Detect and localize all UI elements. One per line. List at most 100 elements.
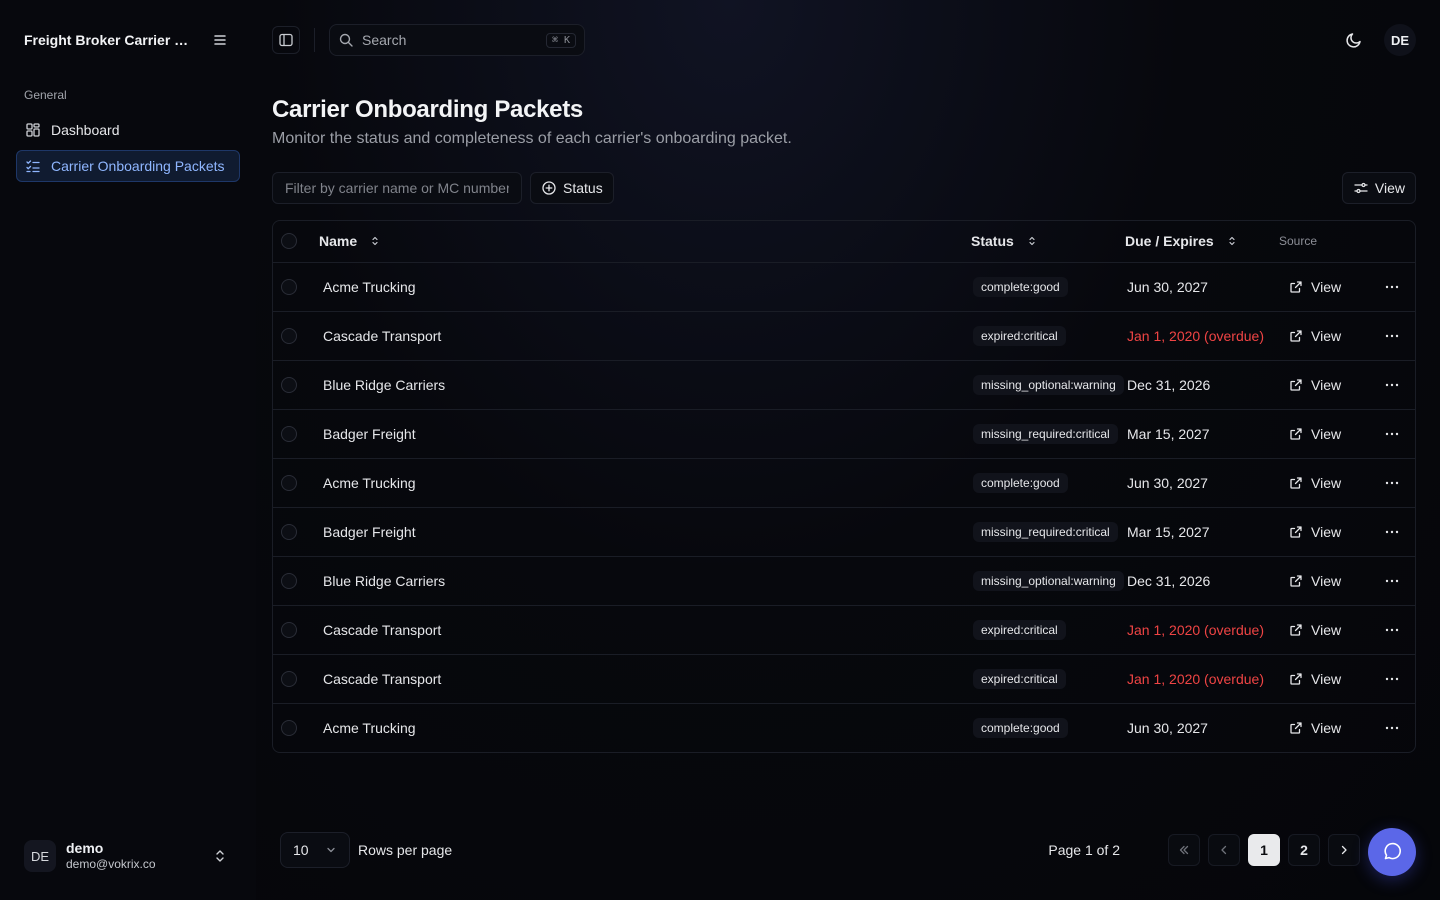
source-view-link[interactable]: View: [1279, 524, 1369, 540]
row-actions-button[interactable]: [1369, 328, 1415, 344]
source-view-link[interactable]: View: [1279, 279, 1369, 295]
status-badge: complete:good: [973, 472, 1068, 493]
row-actions-button[interactable]: [1369, 377, 1415, 393]
chevron-down-icon: [327, 847, 335, 853]
status-badge: complete:good: [973, 717, 1068, 738]
source-view-label: View: [1311, 719, 1342, 736]
carrier-name: Cascade Transport: [323, 327, 442, 344]
table-row[interactable]: Badger Freight missing_required:critical…: [273, 409, 1415, 458]
topbar: Search ⌘ K DE: [272, 0, 1416, 80]
user-email: demo@vokrix.co: [66, 857, 156, 872]
menu-icon[interactable]: [208, 28, 232, 52]
row-checkbox[interactable]: [281, 523, 297, 540]
source-view-link[interactable]: View: [1279, 475, 1369, 491]
source-view-label: View: [1311, 572, 1342, 589]
sort-due-button[interactable]: Due / Expires: [1125, 233, 1279, 249]
row-actions-button[interactable]: [1369, 279, 1415, 295]
row-checkbox[interactable]: [281, 621, 297, 638]
row-actions-button[interactable]: [1369, 426, 1415, 442]
table-row[interactable]: Cascade Transport expired:critical Jan 1…: [273, 311, 1415, 360]
source-view-link[interactable]: View: [1279, 671, 1369, 687]
source-view-link[interactable]: View: [1279, 622, 1369, 638]
first-page-button[interactable]: [1168, 834, 1200, 866]
table-row[interactable]: Cascade Transport expired:critical Jan 1…: [273, 605, 1415, 654]
row-actions-button[interactable]: [1369, 475, 1415, 491]
row-checkbox[interactable]: [281, 376, 297, 393]
page-2-button[interactable]: 2: [1288, 834, 1320, 866]
row-actions-button[interactable]: [1369, 671, 1415, 687]
source-view-label: View: [1311, 670, 1342, 687]
due-date: Jan 1, 2020 (overdue): [1127, 327, 1264, 344]
source-view-label: View: [1311, 327, 1342, 344]
toggle-sidebar-button[interactable]: [272, 26, 300, 54]
carrier-name: Cascade Transport: [323, 670, 442, 687]
sort-status-button[interactable]: Status: [971, 233, 1125, 249]
sidebar-item-carrier-onboarding-packets[interactable]: Carrier Onboarding Packets: [16, 150, 240, 182]
view-options-button[interactable]: View: [1341, 172, 1416, 204]
table-row[interactable]: Blue Ridge Carriers missing_optional:war…: [273, 556, 1415, 605]
status-badge: complete:good: [973, 276, 1068, 297]
row-checkbox[interactable]: [281, 670, 297, 687]
sort-name-button[interactable]: Name: [319, 233, 971, 249]
packets-table: Name Status Due / Expires Source Acme Tr…: [272, 220, 1416, 753]
chevron-left-icon: [1221, 845, 1227, 855]
page-1-button[interactable]: 1: [1248, 834, 1280, 866]
status-badge: expired:critical: [973, 668, 1066, 689]
due-date: Mar 15, 2027: [1127, 425, 1210, 442]
plus-circle-icon: [542, 181, 556, 195]
sliders-icon: [1354, 182, 1368, 194]
more-horizontal-icon: [1385, 579, 1399, 582]
row-actions-button[interactable]: [1369, 573, 1415, 589]
table-row[interactable]: Blue Ridge Carriers missing_optional:war…: [273, 360, 1415, 409]
source-view-link[interactable]: View: [1279, 720, 1369, 736]
table-row[interactable]: Acme Trucking complete:good Jun 30, 2027…: [273, 262, 1415, 311]
theme-toggle-button[interactable]: [1342, 28, 1366, 52]
table-row[interactable]: Badger Freight missing_required:critical…: [273, 507, 1415, 556]
rows-per-page-select[interactable]: 10: [280, 832, 350, 868]
source-view-link[interactable]: View: [1279, 573, 1369, 589]
due-date: Dec 31, 2026: [1127, 572, 1211, 589]
row-actions-button[interactable]: [1369, 524, 1415, 540]
row-checkbox[interactable]: [281, 425, 297, 442]
filter-input[interactable]: [272, 172, 522, 204]
row-checkbox[interactable]: [281, 327, 297, 344]
status-badge: expired:critical: [973, 619, 1066, 640]
more-horizontal-icon: [1385, 383, 1399, 386]
row-actions-button[interactable]: [1369, 720, 1415, 736]
previous-page-button[interactable]: [1208, 834, 1240, 866]
row-checkbox[interactable]: [281, 719, 297, 736]
due-date: Jun 30, 2027: [1127, 719, 1208, 736]
source-view-link[interactable]: View: [1279, 377, 1369, 393]
table-row[interactable]: Acme Trucking complete:good Jun 30, 2027…: [273, 703, 1415, 752]
column-header-status: Status: [971, 233, 1014, 250]
source-view-link[interactable]: View: [1279, 426, 1369, 442]
more-horizontal-icon: [1385, 726, 1399, 729]
column-header-source: Source: [1279, 234, 1318, 249]
table-row[interactable]: Acme Trucking complete:good Jun 30, 2027…: [273, 458, 1415, 507]
more-horizontal-icon: [1385, 628, 1399, 631]
user-menu[interactable]: DE demo demo@vokrix.co: [16, 832, 240, 880]
next-page-button[interactable]: [1328, 834, 1360, 866]
sidebar: Freight Broker Carrier O... General Dash…: [0, 0, 256, 900]
select-all-checkbox[interactable]: [281, 233, 297, 250]
row-checkbox[interactable]: [281, 572, 297, 589]
external-link-icon: [1290, 574, 1302, 587]
external-link-icon: [1290, 329, 1302, 342]
app-title: Freight Broker Carrier O...: [24, 32, 196, 48]
row-actions-button[interactable]: [1369, 622, 1415, 638]
sort-icon: [1029, 237, 1035, 246]
status-filter-button[interactable]: Status: [530, 172, 614, 204]
avatar[interactable]: DE: [1384, 24, 1416, 56]
page-info: Page 1 of 2: [1048, 842, 1120, 858]
row-checkbox[interactable]: [281, 474, 297, 491]
divider: [314, 28, 315, 52]
more-horizontal-icon: [1385, 432, 1399, 435]
search-input[interactable]: Search ⌘ K: [329, 24, 585, 56]
source-view-link[interactable]: View: [1279, 328, 1369, 344]
grid-icon: [25, 122, 41, 138]
chat-button[interactable]: [1368, 828, 1416, 876]
table-toolbar: Status View: [272, 172, 1416, 204]
table-row[interactable]: Cascade Transport expired:critical Jan 1…: [273, 654, 1415, 703]
row-checkbox[interactable]: [281, 278, 297, 295]
sidebar-item-dashboard[interactable]: Dashboard: [16, 114, 240, 146]
